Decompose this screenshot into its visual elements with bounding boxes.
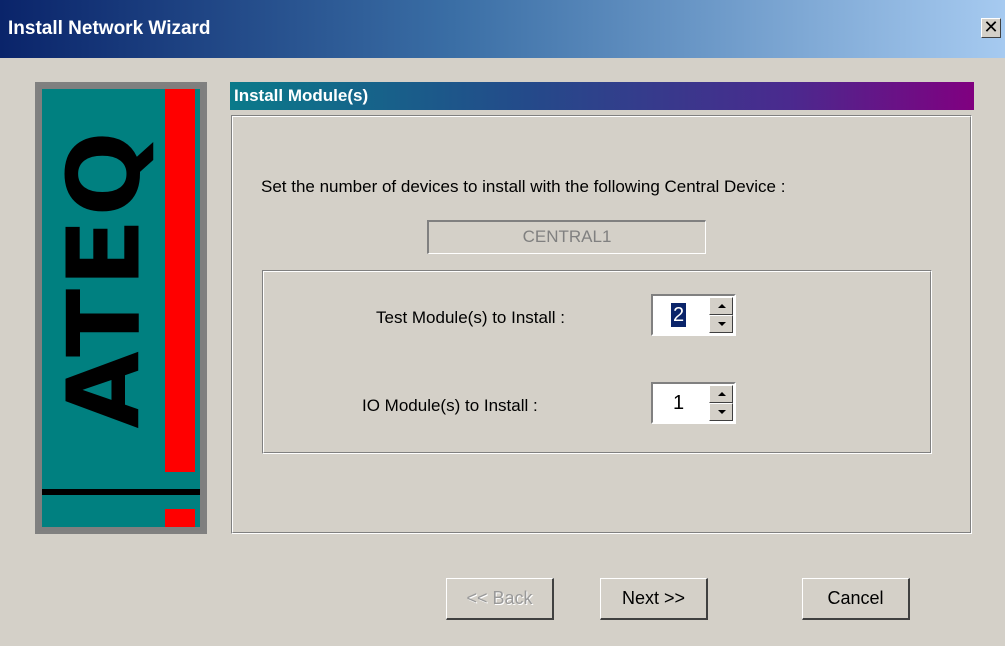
central-device-field: CENTRAL1 [427, 220, 706, 254]
install-network-wizard-window: Install Network Wizard ✕ ATEQ Install Mo… [0, 0, 1005, 646]
title-bar: Install Network Wizard ✕ [0, 0, 1005, 58]
section-header: Install Module(s) [230, 82, 974, 110]
test-modules-spin-buttons [709, 297, 733, 333]
ateq-logo: ATEQ [35, 82, 207, 534]
arrow-up-icon [718, 392, 726, 396]
io-modules-decrement-button[interactable] [709, 403, 733, 421]
cancel-button[interactable]: Cancel [802, 578, 910, 620]
arrow-down-icon [718, 322, 726, 326]
test-modules-label: Test Module(s) to Install : [376, 308, 565, 327]
io-modules-increment-button[interactable] [709, 385, 733, 403]
window-title: Install Network Wizard [8, 18, 211, 39]
test-modules-value[interactable]: 2 [671, 303, 687, 327]
io-modules-value[interactable]: 1 [671, 391, 686, 415]
arrow-down-icon [718, 410, 726, 414]
logo-text: ATEQ [45, 129, 163, 429]
logo-black-line [42, 489, 200, 495]
arrow-up-icon [718, 304, 726, 308]
group-box-bevel [263, 271, 931, 453]
logo-red-bar [165, 89, 195, 472]
logo-panel: ATEQ [42, 89, 200, 527]
io-modules-spin-buttons [709, 385, 733, 421]
test-modules-decrement-button[interactable] [709, 315, 733, 333]
next-button[interactable]: Next >> [600, 578, 708, 620]
test-modules-stepper[interactable]: 2 [651, 294, 736, 336]
logo-red-block [165, 509, 195, 527]
section-title: Install Module(s) [234, 86, 369, 105]
test-modules-increment-button[interactable] [709, 297, 733, 315]
io-modules-stepper[interactable]: 1 [651, 382, 736, 424]
instruction-text: Set the number of devices to install wit… [261, 177, 786, 196]
io-modules-label: IO Module(s) to Install : [362, 396, 538, 415]
modules-group-box [262, 270, 932, 454]
close-icon[interactable]: ✕ [981, 18, 1001, 38]
back-button[interactable]: << Back [446, 578, 554, 620]
